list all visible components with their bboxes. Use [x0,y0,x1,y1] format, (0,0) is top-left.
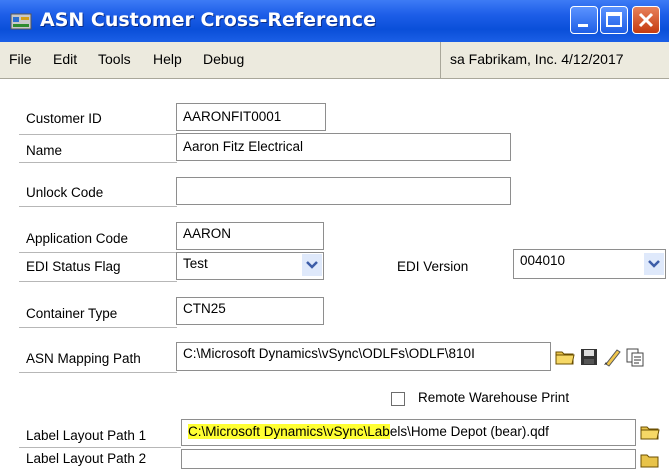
save-icon[interactable] [579,347,599,367]
menu-help[interactable]: Help [153,51,182,67]
selected-text: C:\Microsoft Dynamics\vSync\Lab [188,424,390,439]
remote-warehouse-print-checkbox[interactable] [391,392,405,406]
edi-version-label: EDI Version [397,259,469,274]
container-type-field[interactable]: CTN25 [176,297,324,325]
folder-icon[interactable] [555,347,575,367]
edit-pencil-icon[interactable] [602,347,622,367]
menu-edit[interactable]: Edit [53,51,77,67]
separator [19,281,177,282]
unlock-code-field[interactable] [176,177,511,205]
menu-file[interactable]: File [9,51,32,67]
separator [19,134,177,135]
close-button[interactable] [632,6,660,34]
window-title: ASN Customer Cross-Reference [40,9,376,31]
edi-version-dropdown[interactable]: 004010 [513,249,666,279]
label-layout-path2-field[interactable] [181,449,636,469]
folder-icon[interactable] [640,422,660,442]
separator [19,447,181,448]
container-type-label: Container Type [26,306,118,321]
maximize-button[interactable] [600,6,628,34]
folder-icon[interactable] [640,450,660,470]
chevron-down-icon[interactable] [644,253,664,275]
minimize-icon [578,24,588,27]
label-layout-path1-field[interactable]: C:\Microsoft Dynamics\vSync\Labels\Home … [181,419,636,446]
edi-version-value: 004010 [520,253,566,268]
separator [19,372,177,373]
maximize-icon [606,12,622,27]
label-layout-path2-label: Label Layout Path 2 [26,451,147,466]
asn-mapping-path-label: ASN Mapping Path [26,351,141,366]
customer-id-label: Customer ID [26,111,102,126]
copy-document-icon[interactable] [625,347,645,367]
name-field[interactable]: Aaron Fitz Electrical [176,133,511,161]
customer-id-field[interactable]: AARONFIT0001 [176,103,326,131]
separator [19,162,177,163]
app-icon [10,13,32,30]
edi-status-flag-label: EDI Status Flag [26,259,121,274]
separator [19,206,177,207]
system-info-panel: sa Fabrikam, Inc. 4/12/2017 [440,42,669,78]
edi-status-flag-value: Test [183,256,208,271]
unlock-code-label: Unlock Code [26,185,104,200]
title-bar: ASN Customer Cross-Reference [0,0,669,42]
remote-warehouse-print-label: Remote Warehouse Print [418,390,570,405]
chevron-down-icon[interactable] [302,254,322,276]
user-company-date: sa Fabrikam, Inc. 4/12/2017 [450,51,624,67]
application-code-label: Application Code [26,231,129,246]
menu-debug[interactable]: Debug [203,51,244,67]
label-layout-path1-label: Label Layout Path 1 [26,428,147,443]
close-icon [638,12,654,28]
application-code-field[interactable]: AARON [176,222,324,250]
unselected-text: els\Home Depot (bear).qdf [389,424,549,439]
minimize-button[interactable] [570,6,598,34]
asn-mapping-path-field[interactable]: C:\Microsoft Dynamics\vSync\ODLFs\ODLF\8… [176,342,551,371]
name-label: Name [26,143,63,158]
separator [19,327,177,328]
edi-status-flag-dropdown[interactable]: Test [176,252,324,280]
menu-tools[interactable]: Tools [98,51,131,67]
separator [19,252,177,253]
